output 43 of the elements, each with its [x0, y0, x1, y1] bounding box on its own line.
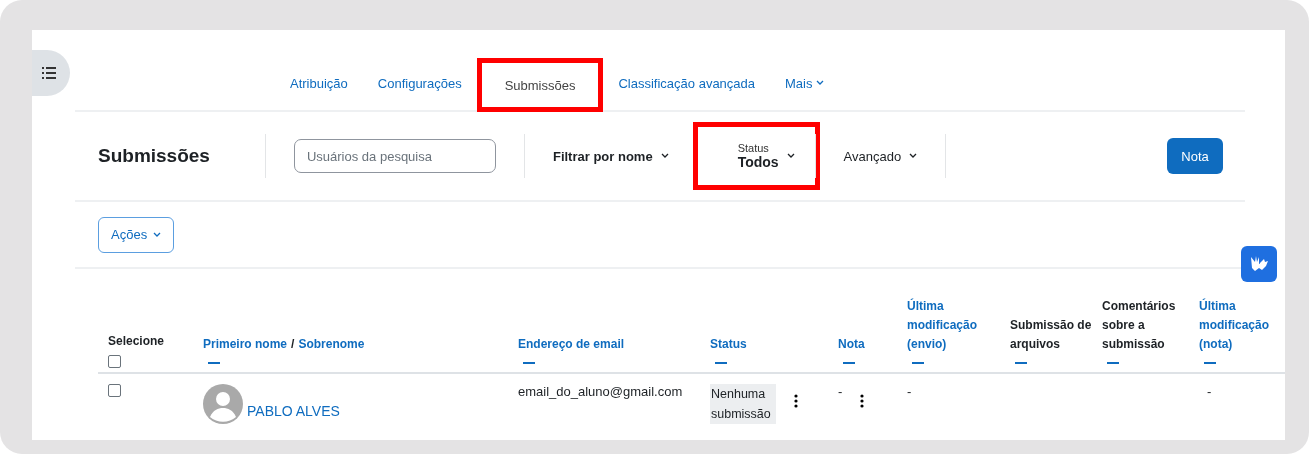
column-header-link[interactable]: Última modificação (nota) [1199, 297, 1285, 354]
filter-dropdown[interactable]: Avançado [843, 135, 918, 177]
date-text: - [1207, 384, 1212, 400]
column-header: Selecione [108, 333, 165, 350]
search-field[interactable]: Usuários da pesquisa [293, 139, 496, 173]
nav-tab[interactable]: Submissões [476, 58, 604, 112]
sidebar-toggle-button[interactable] [32, 50, 70, 96]
caret-icon [909, 153, 918, 159]
email-text: email_do_aluno@gmail.com [518, 384, 683, 400]
caret-icon [660, 153, 669, 159]
actions-dropdown[interactable]: Ações [98, 216, 175, 253]
more-options-icon[interactable] [794, 394, 798, 408]
column-header-link[interactable]: Primeiro nome [203, 335, 288, 354]
nav-tab[interactable]: Classificação avançada [603, 58, 771, 108]
column-header-link[interactable]: Status [710, 335, 747, 354]
hands-icon [1249, 255, 1269, 273]
column-header: Comentários sobre a submissão [1102, 298, 1177, 353]
avatar-icon [203, 384, 243, 424]
column-header-link[interactable]: Sobrenome [298, 335, 365, 354]
caret-icon [153, 231, 162, 238]
grade-text: - [838, 384, 843, 400]
accessibility-button[interactable] [1241, 246, 1277, 282]
list-icon [42, 67, 56, 79]
nav-tab[interactable]: Configurações [362, 58, 477, 108]
more-options-icon[interactable] [860, 394, 865, 408]
filter-dropdown[interactable]: Filtrar por nome [552, 135, 669, 177]
separator-text: / [291, 336, 295, 353]
column-header-link[interactable]: Nota [838, 335, 865, 354]
nav-tab[interactable]: Mais [770, 58, 840, 108]
status-label: Nenhuma submissão [710, 384, 776, 424]
select-all-checkbox[interactable] [108, 355, 121, 368]
user-name-link[interactable]: PABLO ALVES [247, 403, 340, 419]
caret-icon [816, 80, 825, 86]
grade-button[interactable]: Nota [1167, 138, 1223, 174]
filter-dropdown[interactable]: Status Todos [697, 127, 815, 185]
nav-tab[interactable]: Atribuição [275, 58, 363, 108]
row-checkbox[interactable] [108, 384, 121, 397]
date-text: - [907, 384, 912, 400]
column-header-link[interactable]: Última modificação (envio) [907, 297, 1000, 354]
column-header-link[interactable]: Endereço de email [518, 335, 625, 354]
column-header: Submissão de arquivos [1010, 317, 1092, 353]
caret-icon [786, 153, 795, 159]
page-heading: Submissões [98, 145, 210, 167]
